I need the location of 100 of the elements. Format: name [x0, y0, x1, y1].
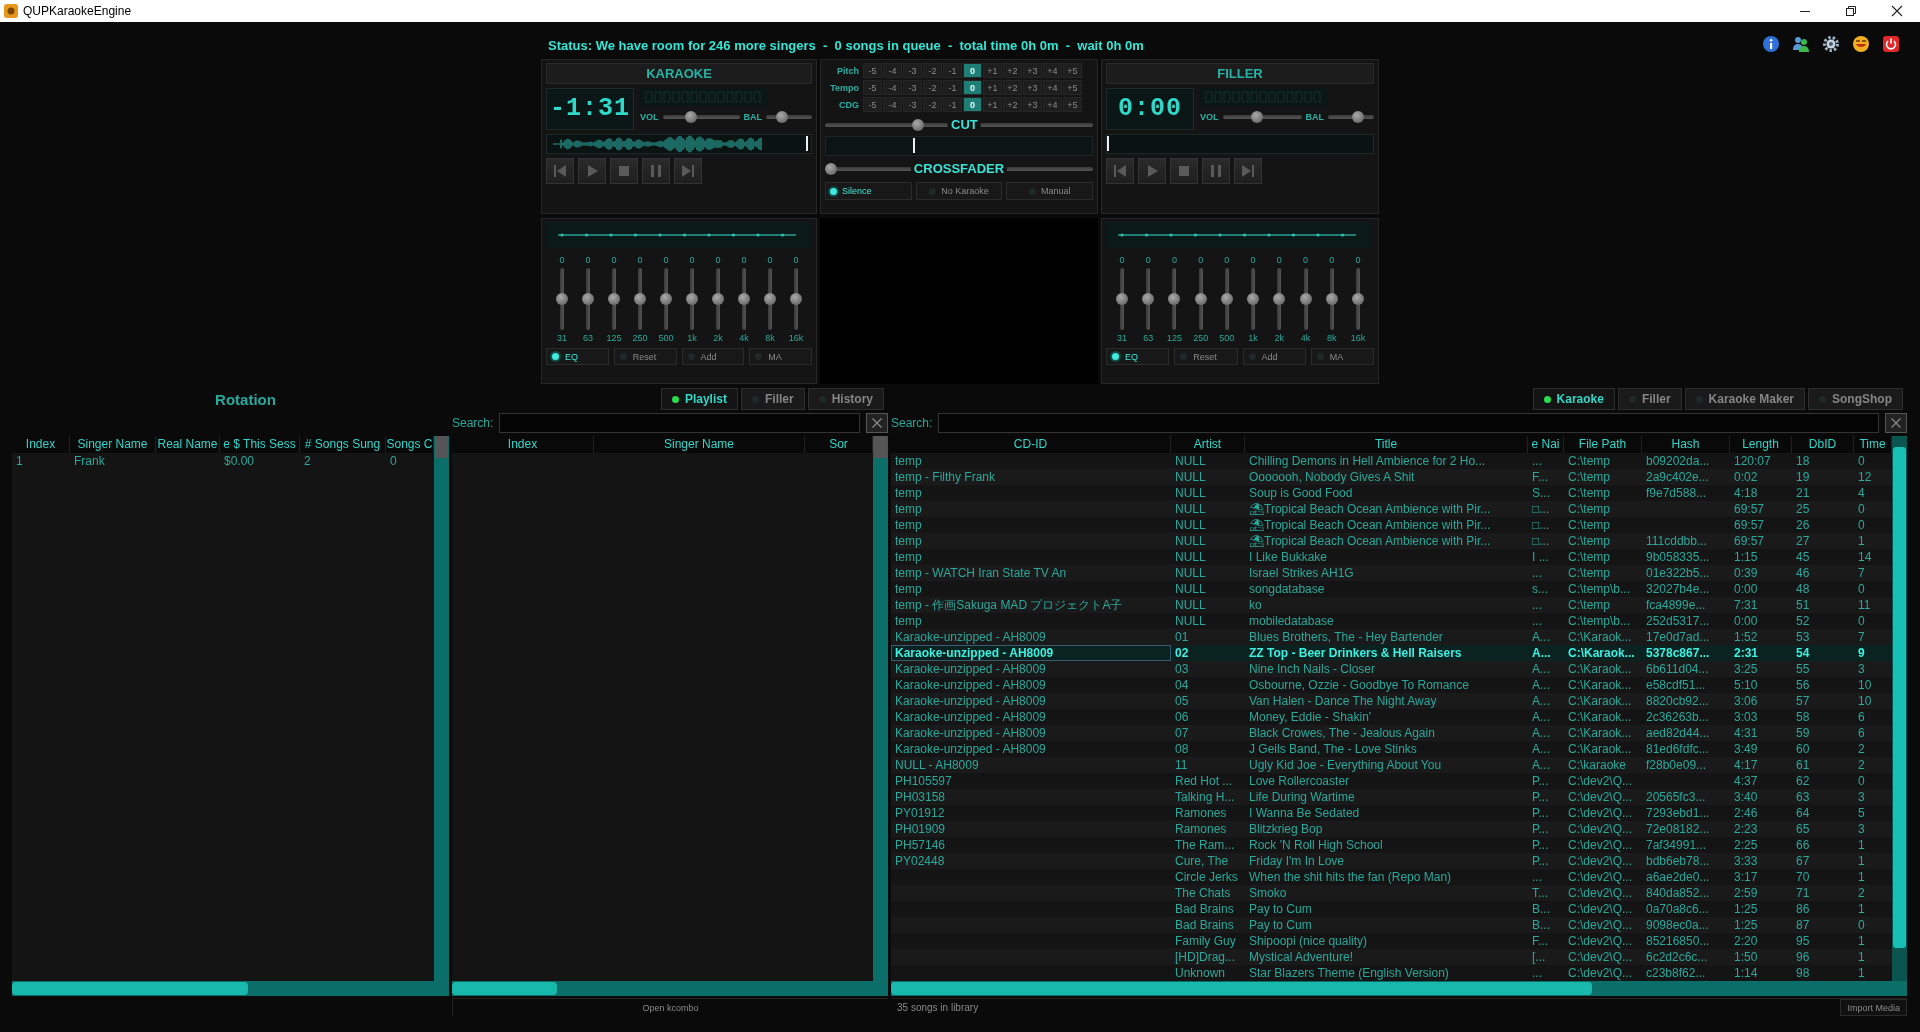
step-button[interactable]: -1: [943, 97, 962, 112]
slider-thumb[interactable]: [1352, 111, 1365, 123]
slider-thumb[interactable]: [685, 111, 698, 123]
table-row[interactable]: PH01909 Ramones Blitzkrieg Bop P... C:\dev2\Q... 72e08182... 2:23 65 3: [891, 821, 1892, 837]
scrollbar[interactable]: [12, 981, 434, 996]
toggle-button[interactable]: Add: [1242, 348, 1306, 365]
power-icon[interactable]: [1882, 35, 1900, 53]
table-row[interactable]: Karaoke-unzipped - AH8009 01 Blues Brothers, The - Hey Bartender A... C:\Karaok... 17e0d7ad... 1:52 53 7: [891, 629, 1892, 645]
scrollbar[interactable]: [452, 981, 873, 996]
table-row[interactable]: PH03158 Talking H... Life During Wartime P... C:\dev2\Q... 20565fc3... 3:40 63 3: [891, 789, 1892, 805]
scrollbar[interactable]: [891, 981, 1892, 996]
play-button[interactable]: [578, 158, 606, 184]
slider-thumb[interactable]: [776, 111, 789, 123]
toggle-button[interactable]: MA: [749, 348, 812, 365]
toggle-button[interactable]: EQ: [1106, 348, 1170, 365]
step-button[interactable]: +5: [1063, 80, 1082, 95]
scrollbar[interactable]: [873, 436, 888, 981]
step-button[interactable]: 0: [963, 97, 982, 112]
slider-thumb[interactable]: [790, 293, 802, 305]
next-button[interactable]: [674, 158, 702, 184]
table-row[interactable]: Karaoke-unzipped - AH8009 03 Nine Inch Nails - Closer A... C:\Karaok... 6b611d04... 3:25 55 3: [891, 661, 1892, 677]
slider-thumb[interactable]: [582, 293, 594, 305]
scrollbar[interactable]: [1892, 436, 1907, 981]
slider-thumb[interactable]: [1168, 293, 1181, 305]
step-button[interactable]: +3: [1023, 97, 1042, 112]
table-row[interactable]: Karaoke-unzipped - AH8009 02 ZZ Top - Beer Drinkers & Hell Raisers A... C:\Karaok... 5378c867... 2:31 54 9: [891, 645, 1892, 661]
pause-button[interactable]: [642, 158, 670, 184]
slider-thumb[interactable]: [660, 293, 672, 305]
mode-button[interactable]: No Karaoke: [915, 182, 1003, 200]
step-button[interactable]: +2: [1003, 63, 1022, 78]
slider-thumb[interactable]: [608, 293, 620, 305]
toggle-button[interactable]: EQ: [546, 348, 609, 365]
next-button[interactable]: [1234, 158, 1262, 184]
toggle-button[interactable]: Add: [681, 348, 745, 365]
step-button[interactable]: +1: [983, 97, 1002, 112]
step-button[interactable]: -5: [863, 97, 882, 112]
slider-thumb[interactable]: [764, 293, 776, 305]
table-row[interactable]: PY02448 Cure, The Friday I'm In Love P... C:\dev2\Q... bdb6eb78... 3:33 67 1: [891, 853, 1892, 869]
import-button[interactable]: Import Media: [1840, 999, 1907, 1016]
table-row[interactable]: temp NULL ⛱Tropical Beach Ocean Ambience with Pir... □... C:\temp 69:57 25 0: [891, 501, 1892, 517]
slider-thumb[interactable]: [556, 293, 568, 305]
step-button[interactable]: -3: [903, 63, 922, 78]
step-button[interactable]: -5: [863, 63, 882, 78]
slider-thumb[interactable]: [686, 293, 698, 305]
stop-button[interactable]: [610, 158, 638, 184]
table-row[interactable]: temp - Filthy Frank NULL Ooooooh, Nobody Gives A Shit F... C:\temp 2a9c402e... 0:02 19 12: [891, 469, 1892, 485]
step-button[interactable]: +4: [1043, 63, 1062, 78]
table-row[interactable]: temp - WATCH Iran State TV An NULL Israel Strikes AH1G ... C:\temp 01e322b5... 0:39 46 7: [891, 565, 1892, 581]
users-icon[interactable]: [1792, 35, 1810, 53]
slider-thumb[interactable]: [1116, 293, 1128, 305]
step-button[interactable]: +3: [1023, 80, 1042, 95]
tab[interactable]: Playlist: [660, 388, 738, 410]
step-button[interactable]: +5: [1063, 97, 1082, 112]
tab[interactable]: Karaoke Maker: [1684, 388, 1805, 410]
search-field[interactable]: [938, 413, 1879, 433]
table-row[interactable]: The Chats Smoko T... C:\dev2\Q... 840da852... 2:59 71 2: [891, 885, 1892, 901]
scrollbar-thumb[interactable]: [12, 982, 249, 995]
slider-thumb[interactable]: [1351, 293, 1364, 305]
smiley-icon[interactable]: [1852, 35, 1870, 53]
slider-thumb[interactable]: [1194, 293, 1207, 305]
tab[interactable]: Filler: [1617, 388, 1682, 410]
step-button[interactable]: -4: [883, 63, 902, 78]
scrollbar-thumb[interactable]: [1893, 446, 1906, 949]
step-button[interactable]: +4: [1043, 97, 1062, 112]
column-header[interactable]: Singer Name: [594, 436, 805, 453]
tab[interactable]: History: [807, 388, 884, 410]
slider-thumb[interactable]: [738, 293, 750, 305]
table-row[interactable]: NULL - AH8009 11 Ugly Kid Joe - Everything About You A... C:\karaoke f28b0e09... 4:17 61 2: [891, 757, 1892, 773]
step-button[interactable]: -1: [943, 80, 962, 95]
step-button[interactable]: 0: [963, 80, 982, 95]
step-button[interactable]: -2: [923, 80, 942, 95]
slider-thumb[interactable]: [1220, 293, 1233, 305]
slider-thumb[interactable]: [912, 119, 925, 131]
step-button[interactable]: -4: [883, 80, 902, 95]
toggle-button[interactable]: MA: [1310, 348, 1374, 365]
slider-thumb[interactable]: [1273, 293, 1286, 305]
slider-thumb[interactable]: [1325, 293, 1338, 305]
slider-thumb[interactable]: [1247, 293, 1260, 305]
step-button[interactable]: -1: [943, 63, 962, 78]
tab[interactable]: Karaoke: [1532, 388, 1615, 410]
play-button[interactable]: [1138, 158, 1166, 184]
toggle-button[interactable]: Reset: [1174, 348, 1238, 365]
table-row[interactable]: Bad Brains Pay to Cum B... C:\dev2\Q... 9098ec0a... 1:25 87 0: [891, 917, 1892, 933]
settings-icon[interactable]: [1822, 35, 1840, 53]
table-row[interactable]: Karaoke-unzipped - AH8009 07 Black Crowes, The - Jealous Again A... C:\Karaok... aed82d44... 4:31 59 6: [891, 725, 1892, 741]
scrollbar-thumb[interactable]: [891, 982, 1592, 995]
step-button[interactable]: +2: [1003, 97, 1022, 112]
slider-thumb[interactable]: [712, 293, 724, 305]
stop-button[interactable]: [1170, 158, 1198, 184]
step-button[interactable]: +1: [983, 80, 1002, 95]
slider-thumb[interactable]: [634, 293, 646, 305]
slider-thumb[interactable]: [825, 163, 837, 175]
step-button[interactable]: -2: [923, 97, 942, 112]
slider-thumb[interactable]: [1142, 293, 1155, 305]
toggle-button[interactable]: Reset: [613, 348, 677, 365]
step-button[interactable]: -3: [903, 80, 922, 95]
info-icon[interactable]: [1762, 35, 1780, 53]
mode-button[interactable]: Manual: [1006, 182, 1093, 200]
previous-button[interactable]: [546, 158, 574, 184]
slider-thumb[interactable]: [1299, 293, 1312, 305]
